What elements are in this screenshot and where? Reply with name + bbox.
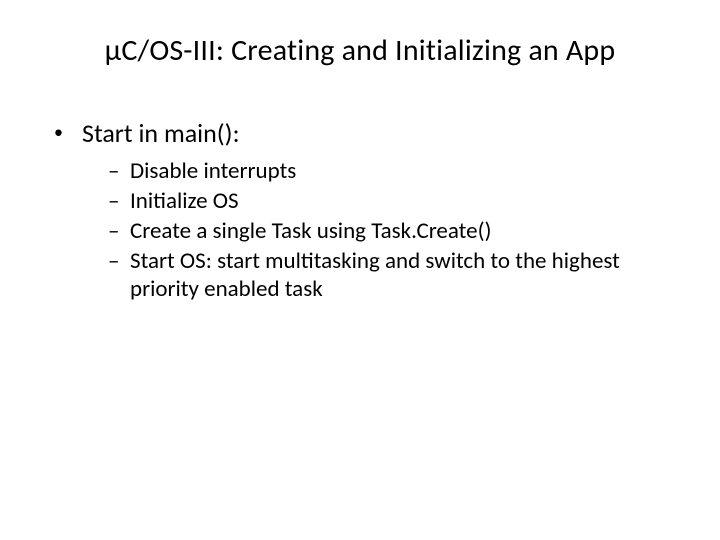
dash-icon: – [108,157,130,185]
level1-text: Start in main(): [82,117,670,149]
level2-text: Start OS: start multitasking and switch … [130,247,650,303]
level2-item: – Disable interrupts [108,157,670,185]
dash-icon: – [108,217,130,245]
slide: µC/OS-III: Creating and Initializing an … [0,0,720,540]
level2-item: – Initialize OS [108,187,670,215]
level1-item: • Start in main(): [54,117,670,149]
level2-text: Create a single Task using Task.Create() [130,217,650,245]
dash-icon: – [108,187,130,215]
dash-icon: – [108,247,130,275]
level2-item: – Create a single Task using Task.Create… [108,217,670,245]
level2-text: Disable interrupts [130,157,650,185]
level2-list: – Disable interrupts – Initialize OS – C… [108,157,670,303]
level2-text: Initialize OS [130,187,650,215]
level2-item: – Start OS: start multitasking and switc… [108,247,670,303]
level1-list: • Start in main(): – Disable interrupts … [54,117,670,303]
slide-title: µC/OS-III: Creating and Initializing an … [50,32,670,69]
bullet-icon: • [54,117,82,147]
